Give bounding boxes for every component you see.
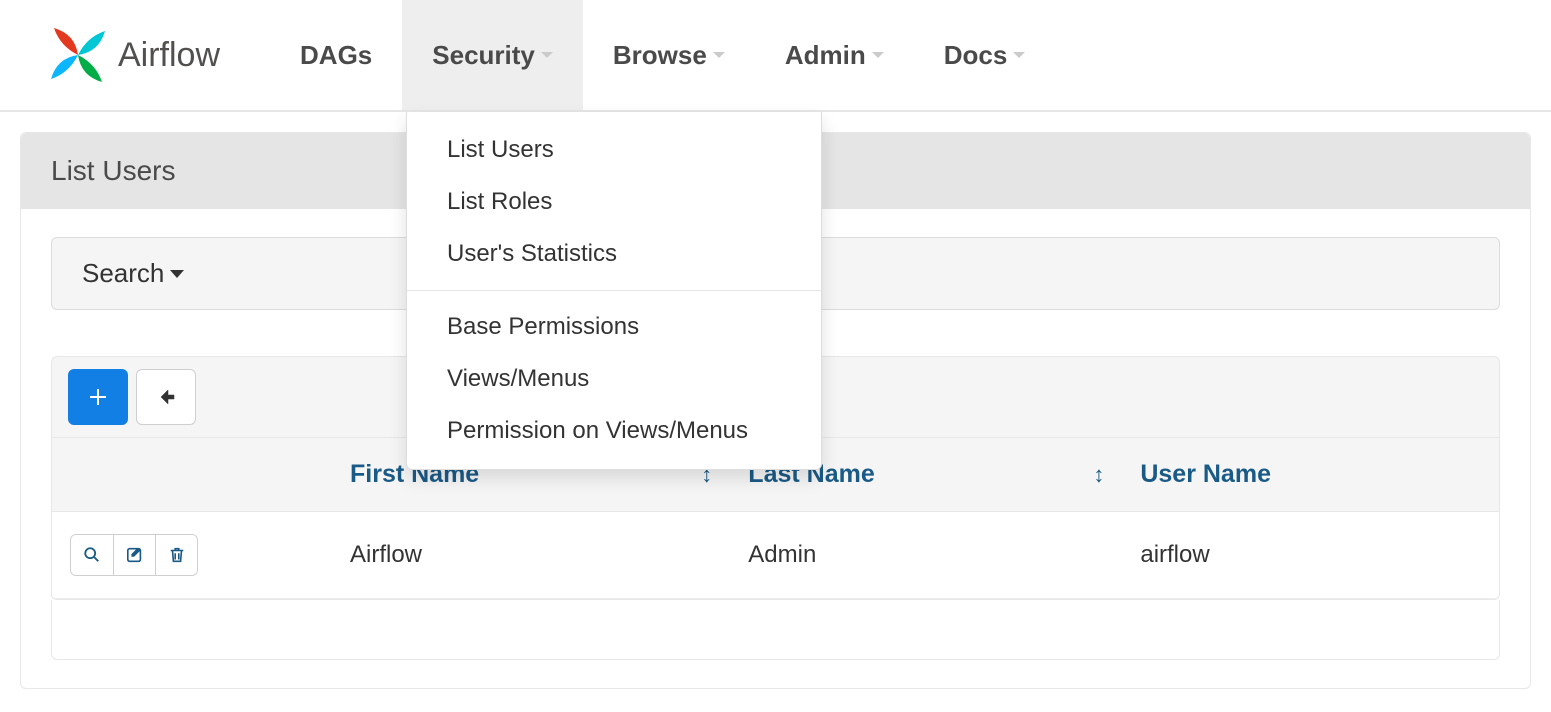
delete-button[interactable] <box>155 535 197 575</box>
actions-header <box>52 438 332 512</box>
nav-admin[interactable]: Admin <box>755 0 914 110</box>
nav-label: Browse <box>613 40 707 71</box>
arrow-left-icon <box>156 387 176 407</box>
back-button[interactable] <box>136 369 196 425</box>
edit-button[interactable] <box>113 535 155 575</box>
plus-icon <box>88 387 108 407</box>
search-label: Search <box>82 258 164 289</box>
nav-items: DAGs Security Browse Admin Docs <box>270 0 1055 110</box>
chevron-down-icon <box>541 52 553 58</box>
col-user-name[interactable]: User Name <box>1122 438 1499 512</box>
dropdown-base-permissions[interactable]: Base Permissions <box>407 301 821 353</box>
navbar: Airflow DAGs Security Browse Admin Docs <box>0 0 1551 112</box>
panel-footer-space <box>51 600 1500 660</box>
chevron-down-icon <box>713 52 725 58</box>
nav-docs[interactable]: Docs <box>914 0 1056 110</box>
nav-label: DAGs <box>300 40 372 71</box>
col-label: User Name <box>1140 460 1271 489</box>
nav-security[interactable]: Security <box>402 0 583 110</box>
add-button[interactable] <box>68 369 128 425</box>
nav-label: Admin <box>785 40 866 71</box>
nav-label: Security <box>432 40 535 71</box>
dropdown-list-roles[interactable]: List Roles <box>407 176 821 228</box>
chevron-down-icon <box>1013 52 1025 58</box>
row-actions-cell <box>52 512 332 599</box>
security-dropdown: List Users List Roles User's Statistics … <box>406 112 822 470</box>
row-actions <box>70 534 198 576</box>
airflow-logo-icon <box>48 25 108 85</box>
brand[interactable]: Airflow <box>48 25 220 85</box>
dropdown-views-menus[interactable]: Views/Menus <box>407 353 821 405</box>
trash-icon <box>168 546 186 564</box>
sort-icon: ↕ <box>1093 462 1104 488</box>
nav-browse[interactable]: Browse <box>583 0 755 110</box>
brand-name: Airflow <box>118 36 220 75</box>
chevron-down-icon <box>170 270 184 278</box>
cell-last-name: Admin <box>730 512 1122 599</box>
edit-icon <box>126 546 144 564</box>
table-row: Airflow Admin airflow <box>52 512 1499 599</box>
dropdown-list-users[interactable]: List Users <box>407 124 821 176</box>
view-button[interactable] <box>71 535 113 575</box>
nav-dags[interactable]: DAGs <box>270 0 402 110</box>
search-icon <box>83 546 101 564</box>
dropdown-user-statistics[interactable]: User's Statistics <box>407 228 821 280</box>
dropdown-divider <box>407 290 821 291</box>
chevron-down-icon <box>872 52 884 58</box>
cell-user-name: airflow <box>1122 512 1499 599</box>
cell-first-name: Airflow <box>332 512 730 599</box>
dropdown-permission-views-menus[interactable]: Permission on Views/Menus <box>407 405 821 457</box>
nav-label: Docs <box>944 40 1008 71</box>
